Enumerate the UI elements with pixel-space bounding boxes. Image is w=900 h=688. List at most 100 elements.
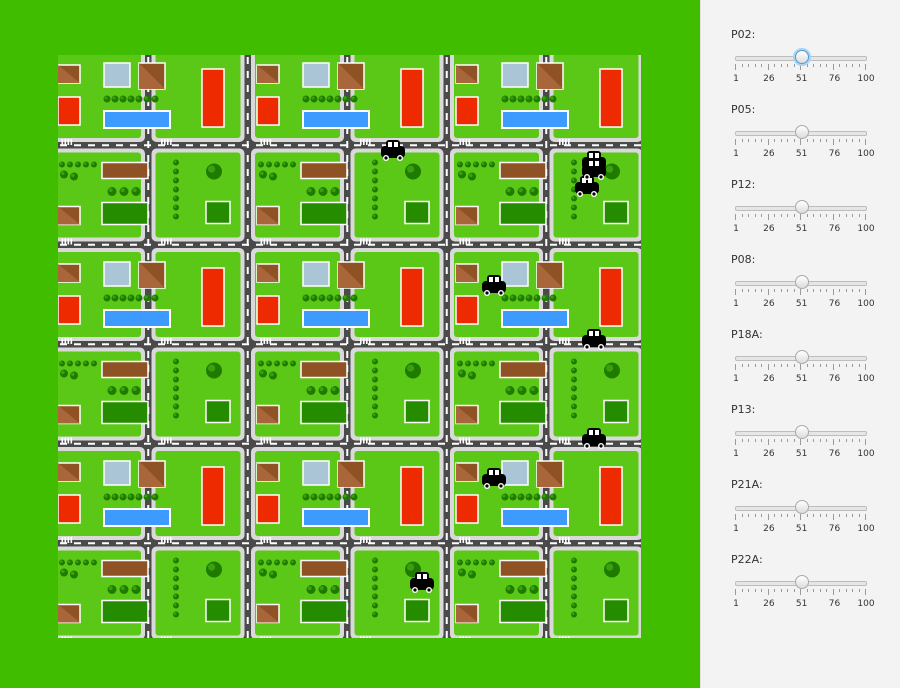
lane-marking [246, 113, 249, 120]
slider-tick [761, 214, 762, 217]
lawn [553, 351, 639, 437]
slider-tick [735, 214, 736, 220]
slider-label: P08: [731, 253, 756, 266]
lane-marking [147, 533, 150, 540]
slider-tick [858, 514, 860, 517]
slider-tick [839, 439, 840, 442]
slider-tick [826, 514, 827, 517]
lane-marking [312, 542, 319, 545]
slider-p12[interactable]: P12: 1 26 51 76 100 [731, 178, 875, 244]
slider-tick [819, 364, 821, 367]
slider-thumb[interactable] [794, 125, 809, 139]
house-roof [101, 161, 149, 180]
slider-tick [839, 139, 840, 142]
lane-marking [246, 281, 249, 288]
lane-marking [522, 144, 529, 147]
slider-p13[interactable]: P13: 1 26 51 76 100 [731, 403, 875, 469]
crosswalk [559, 338, 561, 344]
lane-marking [545, 155, 548, 162]
lane-marking [445, 463, 448, 470]
slider-p08[interactable]: P08: 1 26 51 76 100 [731, 253, 875, 319]
slider-p18a[interactable]: P18A: 1 26 51 76 100 [731, 328, 875, 394]
lane-marking [246, 127, 249, 134]
lane-marking [354, 542, 361, 545]
crosswalk [61, 636, 64, 638]
lane-marking [620, 542, 627, 545]
lane-marking [298, 343, 305, 346]
slider-tick [774, 139, 775, 142]
slider-tick [839, 289, 840, 292]
lane-marking [144, 343, 151, 346]
slider-thumb[interactable] [794, 200, 809, 214]
crosswalk [465, 636, 468, 638]
lane-marking [246, 85, 249, 92]
slider-thumb[interactable] [794, 275, 809, 289]
slider-tick [858, 589, 860, 592]
slider-thumb[interactable] [794, 500, 809, 514]
crosswalk [164, 437, 166, 444]
grass-field [300, 599, 348, 624]
slider-tick [826, 364, 827, 367]
slider-tick [780, 364, 782, 367]
lane-marking [246, 365, 249, 372]
lane-marking [326, 144, 333, 147]
crosswalk [266, 437, 269, 444]
lane-marking [284, 343, 291, 346]
slider-tick [845, 214, 847, 217]
crosswalk [559, 437, 561, 444]
lane-marking [606, 542, 613, 545]
lane-marking [410, 243, 417, 246]
slider-tick-label: 1 [733, 524, 739, 534]
red-roof-building [455, 494, 479, 524]
city-block [350, 347, 444, 441]
slider-tick [800, 514, 801, 520]
lane-marking [186, 144, 193, 147]
slider-tick [806, 139, 808, 142]
lane-marking [410, 144, 417, 147]
lane-marking [346, 547, 349, 554]
swimming-pool [302, 508, 370, 527]
lane-marking [346, 253, 349, 260]
lane-marking [452, 442, 459, 445]
slider-tick [800, 64, 801, 70]
slider-tick [767, 214, 769, 220]
crosswalk [459, 437, 462, 444]
crosswalk [366, 338, 368, 344]
slider-tick-label: 1 [733, 599, 739, 609]
lane-marking [186, 343, 193, 346]
slider-tick [748, 364, 749, 367]
crosswalk [61, 139, 64, 145]
crosswalk [64, 636, 67, 638]
lane-marking [346, 155, 349, 162]
slider-tick-label: 51 [795, 524, 808, 534]
crosswalk [565, 139, 567, 145]
lane-marking [592, 243, 599, 246]
slider-tick [741, 139, 743, 142]
lane-marking [242, 144, 249, 147]
crosswalk [167, 139, 169, 145]
lane-marking [246, 547, 249, 554]
lane-marking [246, 379, 249, 386]
slider-tick [813, 514, 814, 517]
slider-p21a[interactable]: P21A: 1 26 51 76 100 [731, 478, 875, 544]
lane-marking [88, 442, 95, 445]
slider-thumb[interactable] [794, 50, 809, 64]
slider-thumb[interactable] [794, 350, 809, 364]
lane-marking [445, 435, 448, 442]
crosswalk [559, 139, 561, 145]
crosswalk [167, 537, 169, 543]
slider-tick [813, 289, 814, 292]
crosswalk [366, 537, 368, 543]
swimming-pool [302, 110, 370, 129]
slider-thumb[interactable] [794, 425, 809, 439]
simulation-viewport [0, 0, 700, 688]
slider-tick [852, 139, 853, 142]
crosswalk [269, 437, 272, 444]
slider-thumb[interactable] [794, 575, 809, 589]
slider-p02[interactable]: P02: 1 26 51 76 100 [731, 28, 875, 94]
slider-tick [845, 64, 847, 67]
slider-p05[interactable]: P05: 1 26 51 76 100 [731, 103, 875, 169]
crosswalk [161, 139, 163, 145]
crosswalk [462, 636, 465, 638]
slider-p22a[interactable]: P22A: 1 26 51 76 100 [731, 553, 875, 619]
